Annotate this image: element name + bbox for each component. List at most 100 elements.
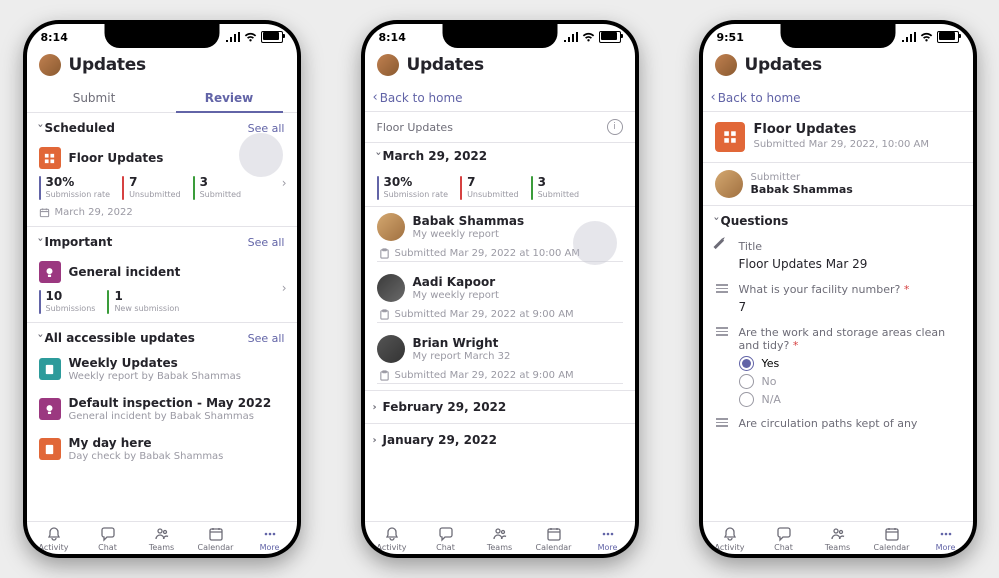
see-all-accessible[interactable]: See all <box>248 332 285 345</box>
tab-review[interactable]: Review <box>162 84 297 112</box>
avatar <box>377 335 405 363</box>
nav-activity[interactable]: Activity <box>703 526 757 552</box>
wifi-icon <box>582 32 595 42</box>
see-all-scheduled[interactable]: See all <box>248 122 285 135</box>
group-jan[interactable]: ›January 29, 2022 <box>365 423 635 456</box>
section-questions[interactable]: ›Questions <box>703 206 973 232</box>
nav-activity[interactable]: Activity <box>27 526 81 552</box>
battery-icon <box>261 31 283 43</box>
q-label: Title <box>739 240 763 253</box>
wifi-icon <box>920 32 933 42</box>
metric-rate: 30%Submission rate <box>39 176 111 200</box>
phone-3: 9:51 Updates ‹ Back to home <box>699 20 977 558</box>
chevron-left-icon: ‹ <box>711 90 716 105</box>
radio-na[interactable]: N/A <box>739 392 961 407</box>
nav-more[interactable]: More <box>243 526 297 552</box>
q-value: 7 <box>739 300 961 314</box>
tab-submit[interactable]: Submit <box>27 84 162 112</box>
app-header: Updates <box>703 50 973 84</box>
app-header: Updates <box>27 50 297 84</box>
battery-icon <box>599 31 621 43</box>
chevron-down-icon: › <box>34 333 45 343</box>
nav-calendar[interactable]: Calendar <box>189 526 243 552</box>
back-link[interactable]: ‹ Back to home <box>703 84 973 112</box>
nav-chat[interactable]: Chat <box>757 526 811 552</box>
q-value: Floor Updates Mar 29 <box>739 257 961 271</box>
calendar-icon <box>39 207 50 218</box>
clipboard-icon <box>379 309 390 320</box>
app-title: Updates <box>69 55 146 75</box>
section-important[interactable]: ›Important See all <box>27 227 297 253</box>
chevron-right-icon: › <box>282 281 287 295</box>
metric-rate: 30%Submission rate <box>377 176 449 200</box>
nav-calendar[interactable]: Calendar <box>527 526 581 552</box>
metric-sub: 3Submitted <box>531 176 580 200</box>
nav-chat[interactable]: Chat <box>81 526 135 552</box>
chevron-down-icon: › <box>34 123 45 133</box>
card-general-incident[interactable]: General incident 10Submissions 1New subm… <box>27 253 297 323</box>
info-icon[interactable]: i <box>607 119 623 135</box>
pen-icon <box>715 240 729 253</box>
avatar <box>715 170 743 198</box>
entry-aadi[interactable]: Aadi KapoorMy weekly report Submitted Ma… <box>365 268 635 329</box>
back-link[interactable]: ‹ Back to home <box>365 84 635 112</box>
group-date[interactable]: ›March 29, 2022 <box>365 143 635 167</box>
section-floor-updates: Floor Updates i <box>365 112 635 143</box>
chevron-down-icon: › <box>372 151 383 161</box>
status-bar: 8:14 <box>27 24 297 50</box>
radio-no[interactable]: No <box>739 374 961 389</box>
q-label: What is your facility number? * <box>739 283 910 296</box>
see-all-important[interactable]: See all <box>248 236 285 249</box>
app-title: Updates <box>745 55 822 75</box>
clipboard-icon <box>379 248 390 259</box>
signal-icon <box>902 32 916 42</box>
entry-brian[interactable]: Brian WrightMy report March 32 Submitted… <box>365 329 635 390</box>
avatar[interactable] <box>39 54 61 76</box>
bottom-nav: Activity Chat Teams Calendar More <box>703 521 973 554</box>
q-label: Are circulation paths kept of any <box>739 417 918 430</box>
metric-subs: 10Submissions <box>39 290 96 314</box>
nav-calendar[interactable]: Calendar <box>865 526 919 552</box>
nav-chat[interactable]: Chat <box>419 526 473 552</box>
bottom-nav: Activity Chat Teams Calendar More <box>27 521 297 554</box>
entry-babak[interactable]: Babak ShammasMy weekly report Submitted … <box>365 207 635 268</box>
nav-more[interactable]: More <box>919 526 973 552</box>
metric-unsub: 7Unsubmitted <box>122 176 181 200</box>
nav-activity[interactable]: Activity <box>365 526 419 552</box>
nav-teams[interactable]: Teams <box>473 526 527 552</box>
metric-newsub: 1New submission <box>107 290 179 314</box>
detail-title: Floor Updates <box>754 122 929 137</box>
section-scheduled[interactable]: ›Scheduled See all <box>27 113 297 139</box>
chevron-down-icon: › <box>34 237 45 247</box>
chevron-right-icon: › <box>373 402 383 413</box>
metric-sub: 3Submitted <box>193 176 242 200</box>
app-header: Updates <box>365 50 635 84</box>
clock: 8:14 <box>379 31 406 44</box>
tabs: Submit Review <box>27 84 297 113</box>
group-feb[interactable]: ›February 29, 2022 <box>365 390 635 423</box>
avatar[interactable] <box>377 54 399 76</box>
clock: 8:14 <box>41 31 68 44</box>
tile-icon <box>39 147 61 169</box>
wifi-icon <box>244 32 257 42</box>
section-accessible[interactable]: ›All accessible updates See all <box>27 323 297 349</box>
signal-icon <box>564 32 578 42</box>
list-item-myday[interactable]: My day hereDay check by Babak Shammas <box>27 429 297 469</box>
list-item-default-inspection[interactable]: Default inspection - May 2022General inc… <box>27 389 297 429</box>
battery-icon <box>937 31 959 43</box>
radio-yes[interactable]: Yes <box>739 356 961 371</box>
chevron-down-icon: › <box>710 216 721 226</box>
app-title: Updates <box>407 55 484 75</box>
signal-icon <box>226 32 240 42</box>
phone-2: 8:14 Updates ‹ Back to home Floor Update… <box>361 20 639 558</box>
doc-icon <box>39 438 61 460</box>
text-lines-icon <box>715 417 729 427</box>
list-item-weekly[interactable]: Weekly UpdatesWeekly report by Babak Sha… <box>27 349 297 389</box>
avatar <box>377 213 405 241</box>
nav-teams[interactable]: Teams <box>811 526 865 552</box>
card-date: March 29, 2022 <box>55 207 133 218</box>
avatar[interactable] <box>715 54 737 76</box>
card-floor-updates[interactable]: Floor Updates 30%Submission rate 7Unsubm… <box>27 139 297 227</box>
nav-more[interactable]: More <box>581 526 635 552</box>
nav-teams[interactable]: Teams <box>135 526 189 552</box>
